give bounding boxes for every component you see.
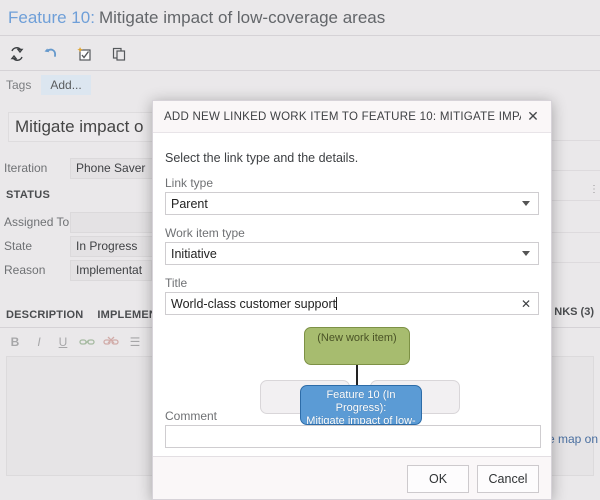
italic-button[interactable]: I [28,332,50,352]
dialog-instruction: Select the link type and the details. [165,151,359,165]
work-item-type-select[interactable]: Initiative [165,242,539,265]
work-item-type-value: Initiative [171,246,217,261]
copy-button[interactable] [102,39,136,69]
map-hint-text: e map on [547,432,598,446]
state-input[interactable]: In Progress [70,235,158,257]
add-linked-work-item-dialog: ADD NEW LINKED WORK ITEM TO FEATURE 10: … [152,100,552,500]
tab-links[interactable]: NKS (3) [554,306,594,318]
new-linked-work-item-button[interactable] [68,39,102,69]
assigned-to-label: Assigned To [4,215,70,229]
reason-input[interactable]: Implementat [70,259,152,281]
insert-link-button[interactable] [76,332,98,352]
insert-link-icon [79,339,95,345]
assigned-to-input[interactable] [70,211,160,233]
clear-title-icon[interactable]: ✕ [518,297,534,311]
remove-link-button[interactable] [100,332,122,352]
link-arrow-line [356,365,358,387]
scrollbar-grip[interactable]: ⋮ [589,184,599,195]
new-work-item-node: (New work item) [304,327,410,365]
tags-add-button[interactable]: Add... [41,75,91,95]
state-field-row: State In Progress [4,235,158,257]
chevron-down-icon [522,201,530,206]
cancel-button[interactable]: Cancel [477,464,539,493]
dialog-header: ADD NEW LINKED WORK ITEM TO FEATURE 10: … [153,101,551,133]
work-item-type-label: Work item type [165,226,245,240]
dialog-body: Select the link type and the details. Li… [153,133,551,456]
work-item-id-label: Feature 10: [8,7,95,27]
tags-row: Tags Add... [0,72,600,98]
copy-icon [112,47,126,61]
bullet-list-button[interactable]: ☰ [124,332,146,352]
text-cursor [336,296,338,310]
comment-input[interactable] [165,425,541,448]
tab-implementation[interactable]: IMPLEMEN [97,309,157,321]
close-icon[interactable]: ✕ [521,105,545,129]
link-type-value: Parent [171,196,208,211]
underline-button[interactable]: U [52,332,74,352]
title-input[interactable]: World-class customer support ✕ [165,292,539,315]
work-item-toolbar [0,37,600,71]
chevron-down-icon [522,251,530,256]
work-item-title-bar: Feature 10: Mitigate impact of low-cover… [0,0,600,36]
title-input-value: World-class customer support [171,296,337,311]
title-label: Title [165,276,188,290]
reason-label: Reason [4,263,46,277]
link-type-select[interactable]: Parent [165,192,539,215]
iteration-label: Iteration [4,161,48,175]
assigned-to-field-row: Assigned To [4,211,160,233]
current-work-item-node: Feature 10 (In Progress): Mitigate impac… [300,385,422,425]
refresh-button[interactable] [0,39,34,69]
bold-button[interactable]: B [4,332,26,352]
state-label: State [4,239,33,253]
dialog-footer: OK Cancel [153,456,551,499]
ok-button[interactable]: OK [407,464,469,493]
tags-label: Tags [6,78,32,92]
undo-button[interactable] [34,39,68,69]
dialog-title: ADD NEW LINKED WORK ITEM TO FEATURE 10: … [164,110,521,123]
remove-link-icon [103,336,119,345]
refresh-icon [10,46,24,61]
undo-icon [44,48,57,57]
reason-field-row: Reason Implementat [4,259,152,281]
tab-description[interactable]: DESCRIPTION [6,309,83,321]
current-node-line-1: Feature 10 (In Progress): [326,389,396,414]
work-item-title-label: Mitigate impact of low-coverage areas [98,7,386,27]
status-section-heading: STATUS [6,189,51,201]
current-node-line-2: Mitigate impact of low- [306,415,416,425]
link-type-label: Link type [165,176,214,190]
new-linked-work-item-icon [77,46,91,61]
